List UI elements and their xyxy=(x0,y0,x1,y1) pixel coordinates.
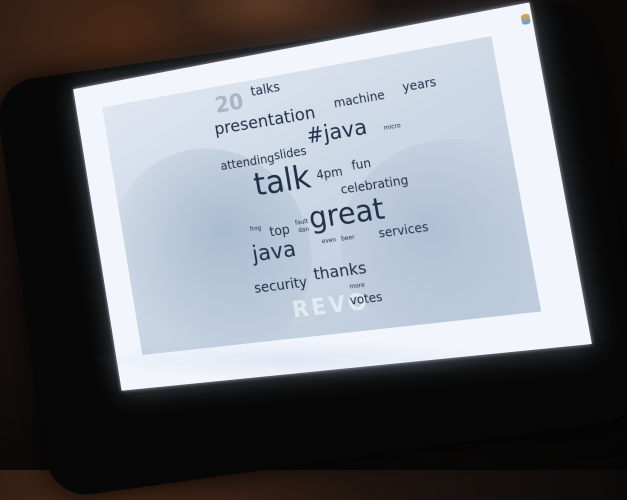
word-cloud-term: even xyxy=(321,236,337,246)
word-cloud-term: talk xyxy=(250,157,314,204)
word-cloud-term: java xyxy=(250,237,298,268)
word-cloud-term: fun xyxy=(350,155,373,173)
conference-slide: 20 REVO talks presentation machine years… xyxy=(102,36,542,355)
faint-anniversary-number: 20 xyxy=(213,89,246,119)
word-cloud-term: micro xyxy=(383,122,402,132)
screen-glow xyxy=(80,340,500,380)
word-cloud-term: votes xyxy=(348,289,384,308)
word-cloud-term: years xyxy=(401,74,438,95)
word-cloud-term: machine xyxy=(332,87,386,111)
photo-scene: 20 REVO talks presentation machine years… xyxy=(0,0,627,500)
scrollbar-icon xyxy=(520,13,531,26)
word-cloud-term: 4pm xyxy=(315,164,344,183)
word-cloud-term: talks xyxy=(249,80,282,100)
word-cloud: talks presentation machine years #java m… xyxy=(102,36,491,308)
